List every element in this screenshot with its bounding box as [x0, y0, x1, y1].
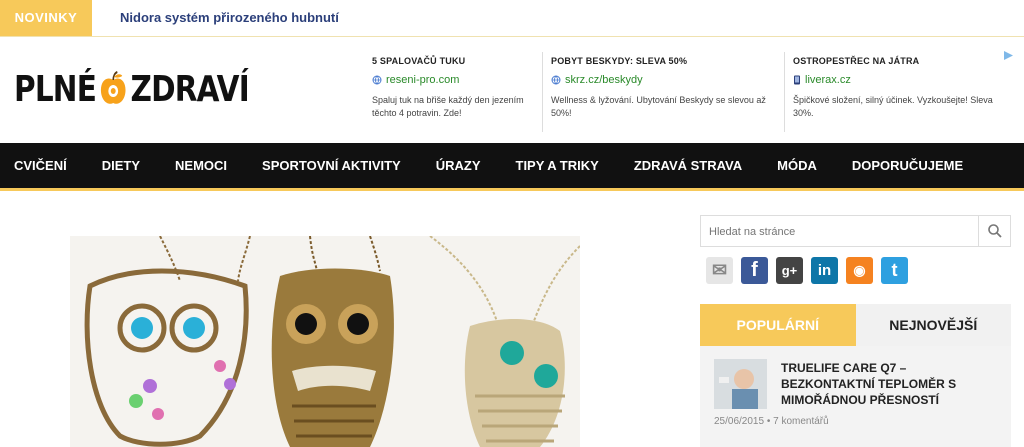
post-meta: 25/06/2015 • 7 komentářů	[714, 416, 829, 427]
sidebar-tabs: POPULÁRNÍ NEJNOVĚJŠÍ	[700, 304, 1011, 346]
email-icon[interactable]: ✉	[706, 257, 733, 284]
ad-block: 5 SPALOVAČŮ TUKU reseni-pro.com Spaluj t…	[362, 52, 1012, 132]
nav-item-doporucujeme[interactable]: DOPORUČUJEME	[852, 158, 963, 173]
main-nav: CVIČENÍ DIETY NEMOCI SPORTOVNÍ AKTIVITY …	[0, 143, 1024, 191]
globe-icon	[372, 75, 382, 85]
nav-item-zdrava-strava[interactable]: ZDRAVÁ STRAVA	[634, 158, 742, 173]
phone-icon	[794, 75, 800, 85]
article-hero-image[interactable]	[70, 236, 580, 447]
google-plus-icon[interactable]: g+	[776, 257, 803, 284]
ad-item[interactable]: OSTROPESTŘEC NA JÁTRA liverax.cz Špičkov…	[784, 52, 1011, 132]
logo-text-right: ZDRAVÍ	[130, 68, 249, 110]
tab-latest[interactable]: NEJNOVĚJŠÍ	[855, 304, 1011, 346]
ad-title[interactable]: 5 SPALOVAČŮ TUKU	[372, 56, 544, 66]
rss-icon[interactable]: ◉	[846, 257, 873, 284]
search-input[interactable]	[701, 216, 981, 248]
nav-item-sportovni-aktivity[interactable]: SPORTOVNÍ AKTIVITY	[262, 158, 401, 173]
top-bar: NOVINKY Nidora systém přirozeného hubnut…	[0, 0, 1024, 37]
post-thumbnail[interactable]	[714, 359, 767, 409]
ad-item[interactable]: POBYT BESKYDY: SLEVA 50% skrz.cz/beskydy…	[542, 52, 775, 132]
site-logo[interactable]: PLNÉ ZDRAVÍ	[14, 64, 250, 114]
popular-post-item: TRUELIFE CARE Q7 – BEZKONTAKTNÍ TEPLOMĚR…	[700, 346, 1011, 447]
ad-title[interactable]: OSTROPESTŘEC NA JÁTRA	[793, 56, 1011, 66]
ad-title[interactable]: POBYT BESKYDY: SLEVA 50%	[551, 56, 775, 66]
search-icon	[987, 224, 1002, 238]
twitter-icon[interactable]: t	[881, 257, 908, 284]
news-badge: NOVINKY	[0, 0, 92, 36]
ad-description: Spaluj tuk na břiše každý den jezením tě…	[372, 95, 524, 118]
ad-description: Špičkové složení, silný účinek. Vyzkouše…	[793, 95, 993, 118]
ad-description: Wellness & lyžování. Ubytování Beskydy s…	[551, 95, 766, 118]
apple-logo-icon	[98, 70, 129, 108]
linkedin-icon[interactable]: in	[811, 257, 838, 284]
adchoices-icon[interactable]	[1003, 50, 1014, 61]
ad-url[interactable]: reseni-pro.com	[372, 74, 544, 86]
ad-url[interactable]: liverax.cz	[793, 74, 1011, 86]
tab-popular[interactable]: POPULÁRNÍ	[700, 304, 856, 346]
ad-item[interactable]: 5 SPALOVAČŮ TUKU reseni-pro.com Spaluj t…	[362, 52, 544, 132]
nav-item-tipy-a-triky[interactable]: TIPY A TRIKY	[516, 158, 599, 173]
search-box	[700, 215, 1011, 248]
news-ticker-link[interactable]: Nidora systém přirozeného hubnutí	[120, 0, 339, 36]
ad-url[interactable]: skrz.cz/beskydy	[551, 74, 775, 86]
facebook-icon[interactable]: f	[741, 257, 768, 284]
nav-item-urazy[interactable]: ÚRAZY	[436, 158, 481, 173]
nav-item-diety[interactable]: DIETY	[102, 158, 140, 173]
logo-text-left: PLNÉ	[14, 68, 97, 110]
nav-item-moda[interactable]: MÓDA	[777, 158, 817, 173]
social-links: ✉ f g+ in ◉ t	[706, 257, 908, 284]
post-title[interactable]: TRUELIFE CARE Q7 – BEZKONTAKTNÍ TEPLOMĚR…	[781, 360, 1001, 408]
nav-item-nemoci[interactable]: NEMOCI	[175, 158, 227, 173]
nav-item-cviceni[interactable]: CVIČENÍ	[14, 158, 67, 173]
globe-icon	[551, 75, 561, 85]
search-button[interactable]	[978, 216, 1010, 246]
